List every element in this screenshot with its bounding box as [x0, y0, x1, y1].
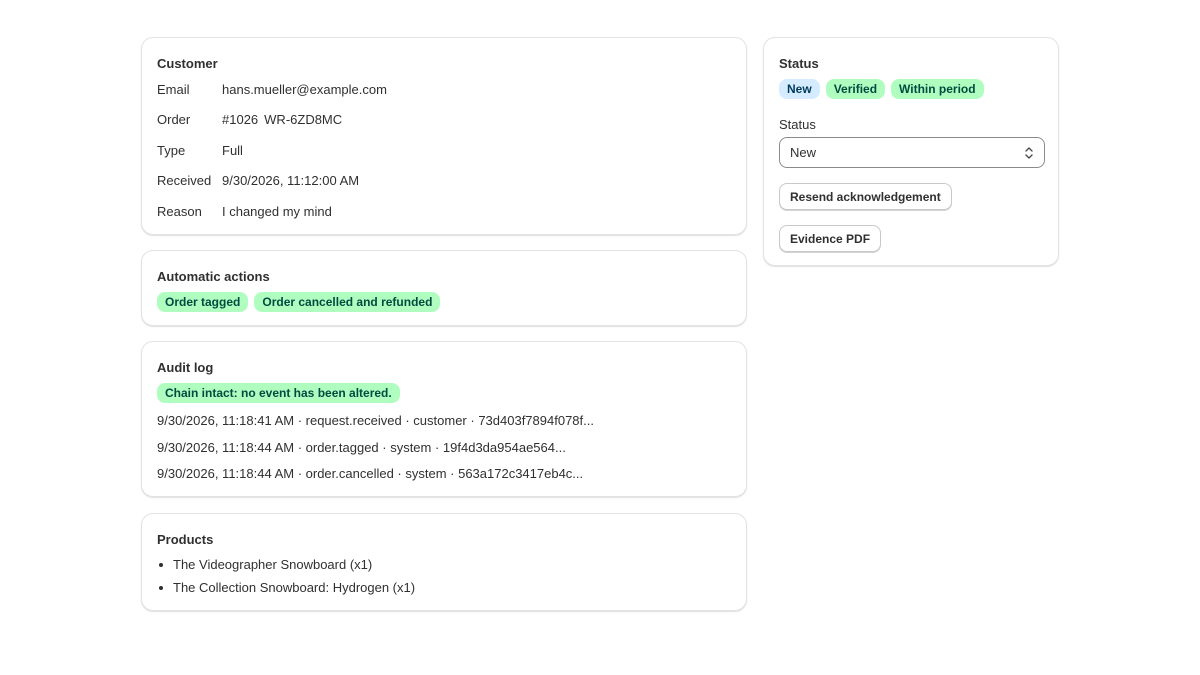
order-tagged-badge: Order tagged — [157, 292, 249, 312]
received-row: Received 9/30/2026, 11:12:00 AM — [157, 173, 359, 188]
automatic-actions-title: Automatic actions — [157, 269, 270, 284]
audit-log-card: Audit log Chain intact: no event has bee… — [141, 341, 747, 497]
status-select-label: Status — [779, 117, 816, 132]
type-value: Full — [222, 143, 243, 158]
order-row: Order #1026 WR-6ZD8MC — [157, 112, 342, 127]
email-row: Email hans.mueller@example.com — [157, 82, 387, 97]
new-badge: New — [779, 79, 820, 99]
type-row: Type Full — [157, 143, 243, 158]
audit-log-title: Audit log — [157, 360, 214, 375]
list-item: The Videographer Snowboard (x1) — [157, 553, 415, 576]
order-number-link[interactable]: #1026 — [222, 112, 258, 127]
product-name: The Collection Snowboard: Hydrogen (x1) — [173, 580, 416, 595]
email-label: Email — [157, 82, 190, 97]
reason-label: Reason — [157, 204, 202, 219]
audit-entry: 9/30/2026, 11:18:44 AM · order.cancelled… — [157, 466, 584, 481]
chevron-up-down-icon — [1024, 146, 1034, 160]
received-label: Received — [157, 173, 212, 188]
product-name: The Videographer Snowboard (x1) — [173, 557, 373, 572]
products-title: Products — [157, 532, 214, 547]
bullet-icon — [159, 562, 163, 567]
bullet-icon — [159, 585, 163, 590]
products-list: The Videographer Snowboard (x1) The Coll… — [157, 553, 415, 599]
evidence-pdf-button[interactable]: Evidence PDF — [779, 225, 882, 252]
status-select-value: New — [790, 145, 817, 160]
verified-badge: Verified — [825, 79, 886, 99]
audit-entry: 9/30/2026, 11:18:41 AM · request.receive… — [157, 413, 594, 428]
resend-acknowledgement-button[interactable]: Resend acknowledgement — [779, 183, 952, 210]
reason-row: Reason I changed my mind — [157, 204, 332, 219]
email-value: hans.mueller@example.com — [222, 82, 387, 97]
received-value: 9/30/2026, 11:12:00 AM — [222, 173, 360, 188]
reason-value: I changed my mind — [222, 204, 332, 219]
audit-entry: 9/30/2026, 11:18:44 AM · order.tagged · … — [157, 440, 566, 455]
status-badges: New Verified Within period — [779, 79, 990, 99]
type-label: Type — [157, 143, 186, 158]
status-card: Status New Verified Within period Status… — [763, 37, 1059, 266]
list-item: The Collection Snowboard: Hydrogen (x1) — [157, 576, 415, 599]
status-title: Status — [779, 56, 819, 71]
order-label: Order — [157, 112, 191, 127]
order-cancelled-badge: Order cancelled and refunded — [254, 292, 441, 312]
within-period-badge: Within period — [891, 79, 984, 99]
order-ref: WR-6ZD8MC — [264, 112, 343, 127]
customer-title: Customer — [157, 56, 218, 71]
automatic-actions-badges: Order tagged Order cancelled and refunde… — [157, 292, 446, 312]
chain-status: Chain intact: no event has been altered. — [157, 383, 406, 403]
automatic-actions-card: Automatic actions Order tagged Order can… — [141, 250, 747, 326]
products-card: Products The Videographer Snowboard (x1)… — [141, 513, 747, 611]
chain-intact-badge: Chain intact: no event has been altered. — [157, 383, 400, 403]
customer-card: Customer Email hans.mueller@example.com … — [141, 37, 747, 235]
status-select[interactable]: New — [779, 137, 1045, 168]
